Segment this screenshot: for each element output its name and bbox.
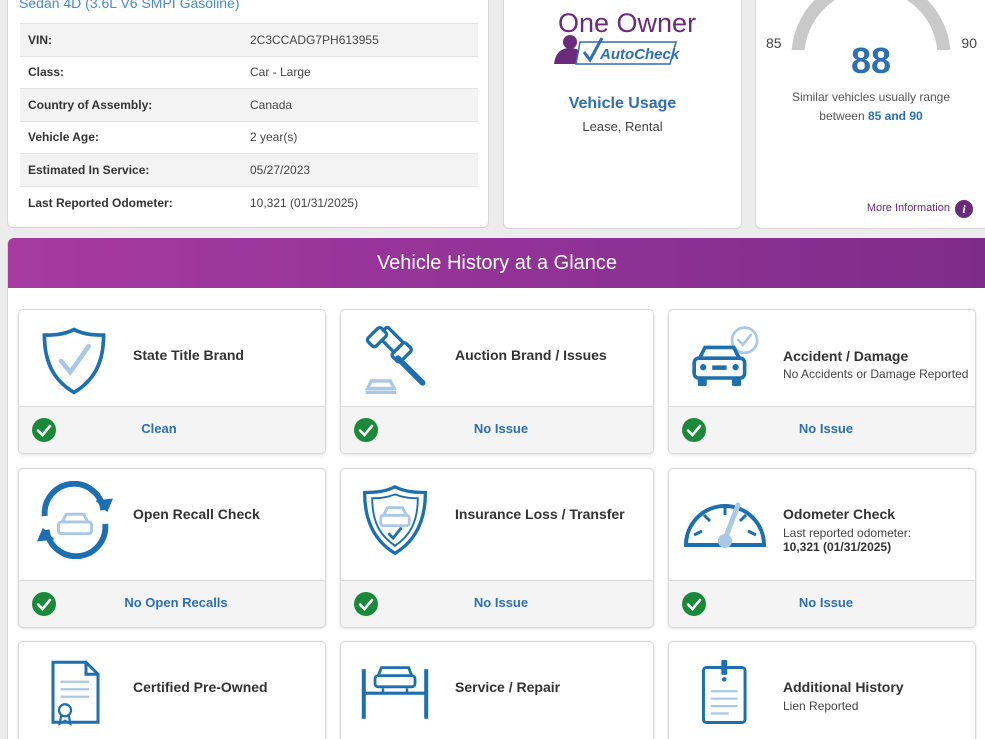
clipboard-alert-icon xyxy=(701,660,747,724)
tile-title: Certified Pre-Owned xyxy=(133,679,268,695)
recall-cycle-icon xyxy=(36,481,114,559)
history-glance-header: Vehicle History at a Glance xyxy=(8,238,985,288)
autocheck-score-card: 85 90 88 Similar vehicles usually range … xyxy=(755,0,985,229)
tile-title: State Title Brand xyxy=(133,347,244,363)
odometer-icon xyxy=(683,502,767,548)
spec-label: Last Reported Odometer: xyxy=(20,185,242,219)
tile-title: Accident / Damage xyxy=(783,348,909,364)
tile-subtitle: Lien Reported xyxy=(783,699,859,713)
tile-status-bar: No Open Recalls xyxy=(19,580,325,627)
one-owner-logo: One Owner AutoCheck xyxy=(554,8,696,65)
spec-row-age: Vehicle Age: 2 year(s) xyxy=(20,120,478,154)
spec-value: 10,321 (01/31/2025) xyxy=(242,185,478,219)
spec-value: 2C3CCADG7PH613955 xyxy=(242,23,478,56)
spec-label: Class: xyxy=(20,55,242,89)
tile-title: Open Recall Check xyxy=(133,506,260,522)
tile-title: Insurance Loss / Transfer xyxy=(455,506,625,522)
tile-service-repair[interactable]: Service / Repair xyxy=(340,641,654,739)
gavel-icon xyxy=(364,325,426,394)
tile-auction-brand[interactable]: Auction Brand / Issues No Issue xyxy=(340,309,654,454)
tile-insurance-loss[interactable]: Insurance Loss / Transfer No Issue xyxy=(340,468,654,628)
spec-row-odometer: Last Reported Odometer: 10,321 (01/31/202… xyxy=(20,185,478,219)
check-icon xyxy=(32,592,56,616)
tile-subtitle: Last reported odometer: xyxy=(783,526,912,540)
tile-status-bar: No Issue xyxy=(341,406,653,453)
status-text[interactable]: No Issue xyxy=(474,595,528,610)
status-text[interactable]: No Issue xyxy=(799,421,853,436)
tile-title: Additional History xyxy=(783,679,904,695)
check-icon xyxy=(682,418,706,442)
check-icon xyxy=(354,418,378,442)
tile-title: Service / Repair xyxy=(455,679,561,695)
tile-certified-pre-owned[interactable]: Certified Pre-Owned xyxy=(18,641,326,739)
tile-status-bar: No Issue xyxy=(669,580,975,627)
tile-status-bar: No Issue xyxy=(341,580,653,627)
tile-title: Auction Brand / Issues xyxy=(455,347,607,363)
vehicle-usage-value: Lease, Rental xyxy=(582,119,663,134)
spec-row-vin: VIN: 2C3CCADG7PH613955 xyxy=(20,23,478,56)
status-text[interactable]: No Issue xyxy=(474,421,528,436)
status-text[interactable]: No Open Recalls xyxy=(124,595,227,610)
tile-accident-damage[interactable]: Accident / Damage No Accidents or Damage… xyxy=(668,309,976,454)
tile-subtitle: No Accidents or Damage Reported xyxy=(783,367,969,381)
spec-row-class: Class: Car - Large xyxy=(20,55,478,89)
spec-value: 2 year(s) xyxy=(242,120,478,154)
vehicle-specs-card: Sedan 4D (3.6L V6 SMPI Gasoline) VIN: 2C3… xyxy=(7,0,489,228)
more-information-link[interactable]: More Information xyxy=(867,202,950,214)
check-icon xyxy=(682,592,706,616)
tile-additional-history[interactable]: Additional History Lien Reported xyxy=(668,641,976,739)
one-owner-card: One Owner AutoCheck Vehicle Usage Lease,… xyxy=(503,0,742,229)
status-text[interactable]: Clean xyxy=(141,421,176,436)
car-lift-icon xyxy=(361,666,429,719)
vehicle-usage-title: Vehicle Usage xyxy=(568,95,677,112)
tile-status-bar: No Issue xyxy=(669,406,975,453)
logo-brand: AutoCheck xyxy=(599,46,680,63)
tile-state-title-brand[interactable]: State Title Brand Clean xyxy=(18,309,326,454)
check-icon xyxy=(32,418,56,442)
spec-value: 05/27/2023 xyxy=(242,153,478,186)
vehicle-subtitle: Sedan 4D (3.6L V6 SMPI Gasoline) xyxy=(19,0,240,11)
score-range: 85 and 90 xyxy=(868,109,923,123)
spec-row-country: Country of Assembly: Canada xyxy=(20,88,478,121)
vehicle-specs-table: VIN: 2C3CCADG7PH613955 Class: Car - Large … xyxy=(20,23,478,219)
spec-label: VIN: xyxy=(20,23,242,56)
score-note: Similar vehicles usually range between 8… xyxy=(776,88,966,126)
score-value: 88 xyxy=(850,40,892,81)
spec-value: Car - Large xyxy=(242,55,478,89)
tile-title: Odometer Check xyxy=(783,506,896,522)
tile-status-bar: Clean xyxy=(19,406,325,453)
status-text[interactable]: No Issue xyxy=(799,595,853,610)
spec-label: Estimated In Service: xyxy=(20,153,242,186)
spec-value: Canada xyxy=(242,88,478,121)
tile-open-recall[interactable]: Open Recall Check No Open Recalls xyxy=(18,468,326,628)
check-icon xyxy=(354,592,378,616)
spec-label: Country of Assembly: xyxy=(20,88,242,121)
tile-odometer-check[interactable]: Odometer Check Last reported odometer: 1… xyxy=(668,468,976,628)
insurance-shield-icon xyxy=(362,484,428,556)
logo-title: One Owner xyxy=(558,8,696,38)
certificate-icon xyxy=(51,660,100,726)
tile-odometer-value: 10,321 (01/31/2025) xyxy=(783,540,892,554)
shield-check-icon xyxy=(42,327,106,395)
spec-label: Vehicle Age: xyxy=(20,120,242,154)
info-icon[interactable]: i xyxy=(955,200,973,218)
car-check-icon xyxy=(692,326,759,387)
spec-row-in-service: Estimated In Service: 05/27/2023 xyxy=(20,153,478,186)
history-glance-section: Vehicle History at a Glance State Title … xyxy=(7,238,985,739)
